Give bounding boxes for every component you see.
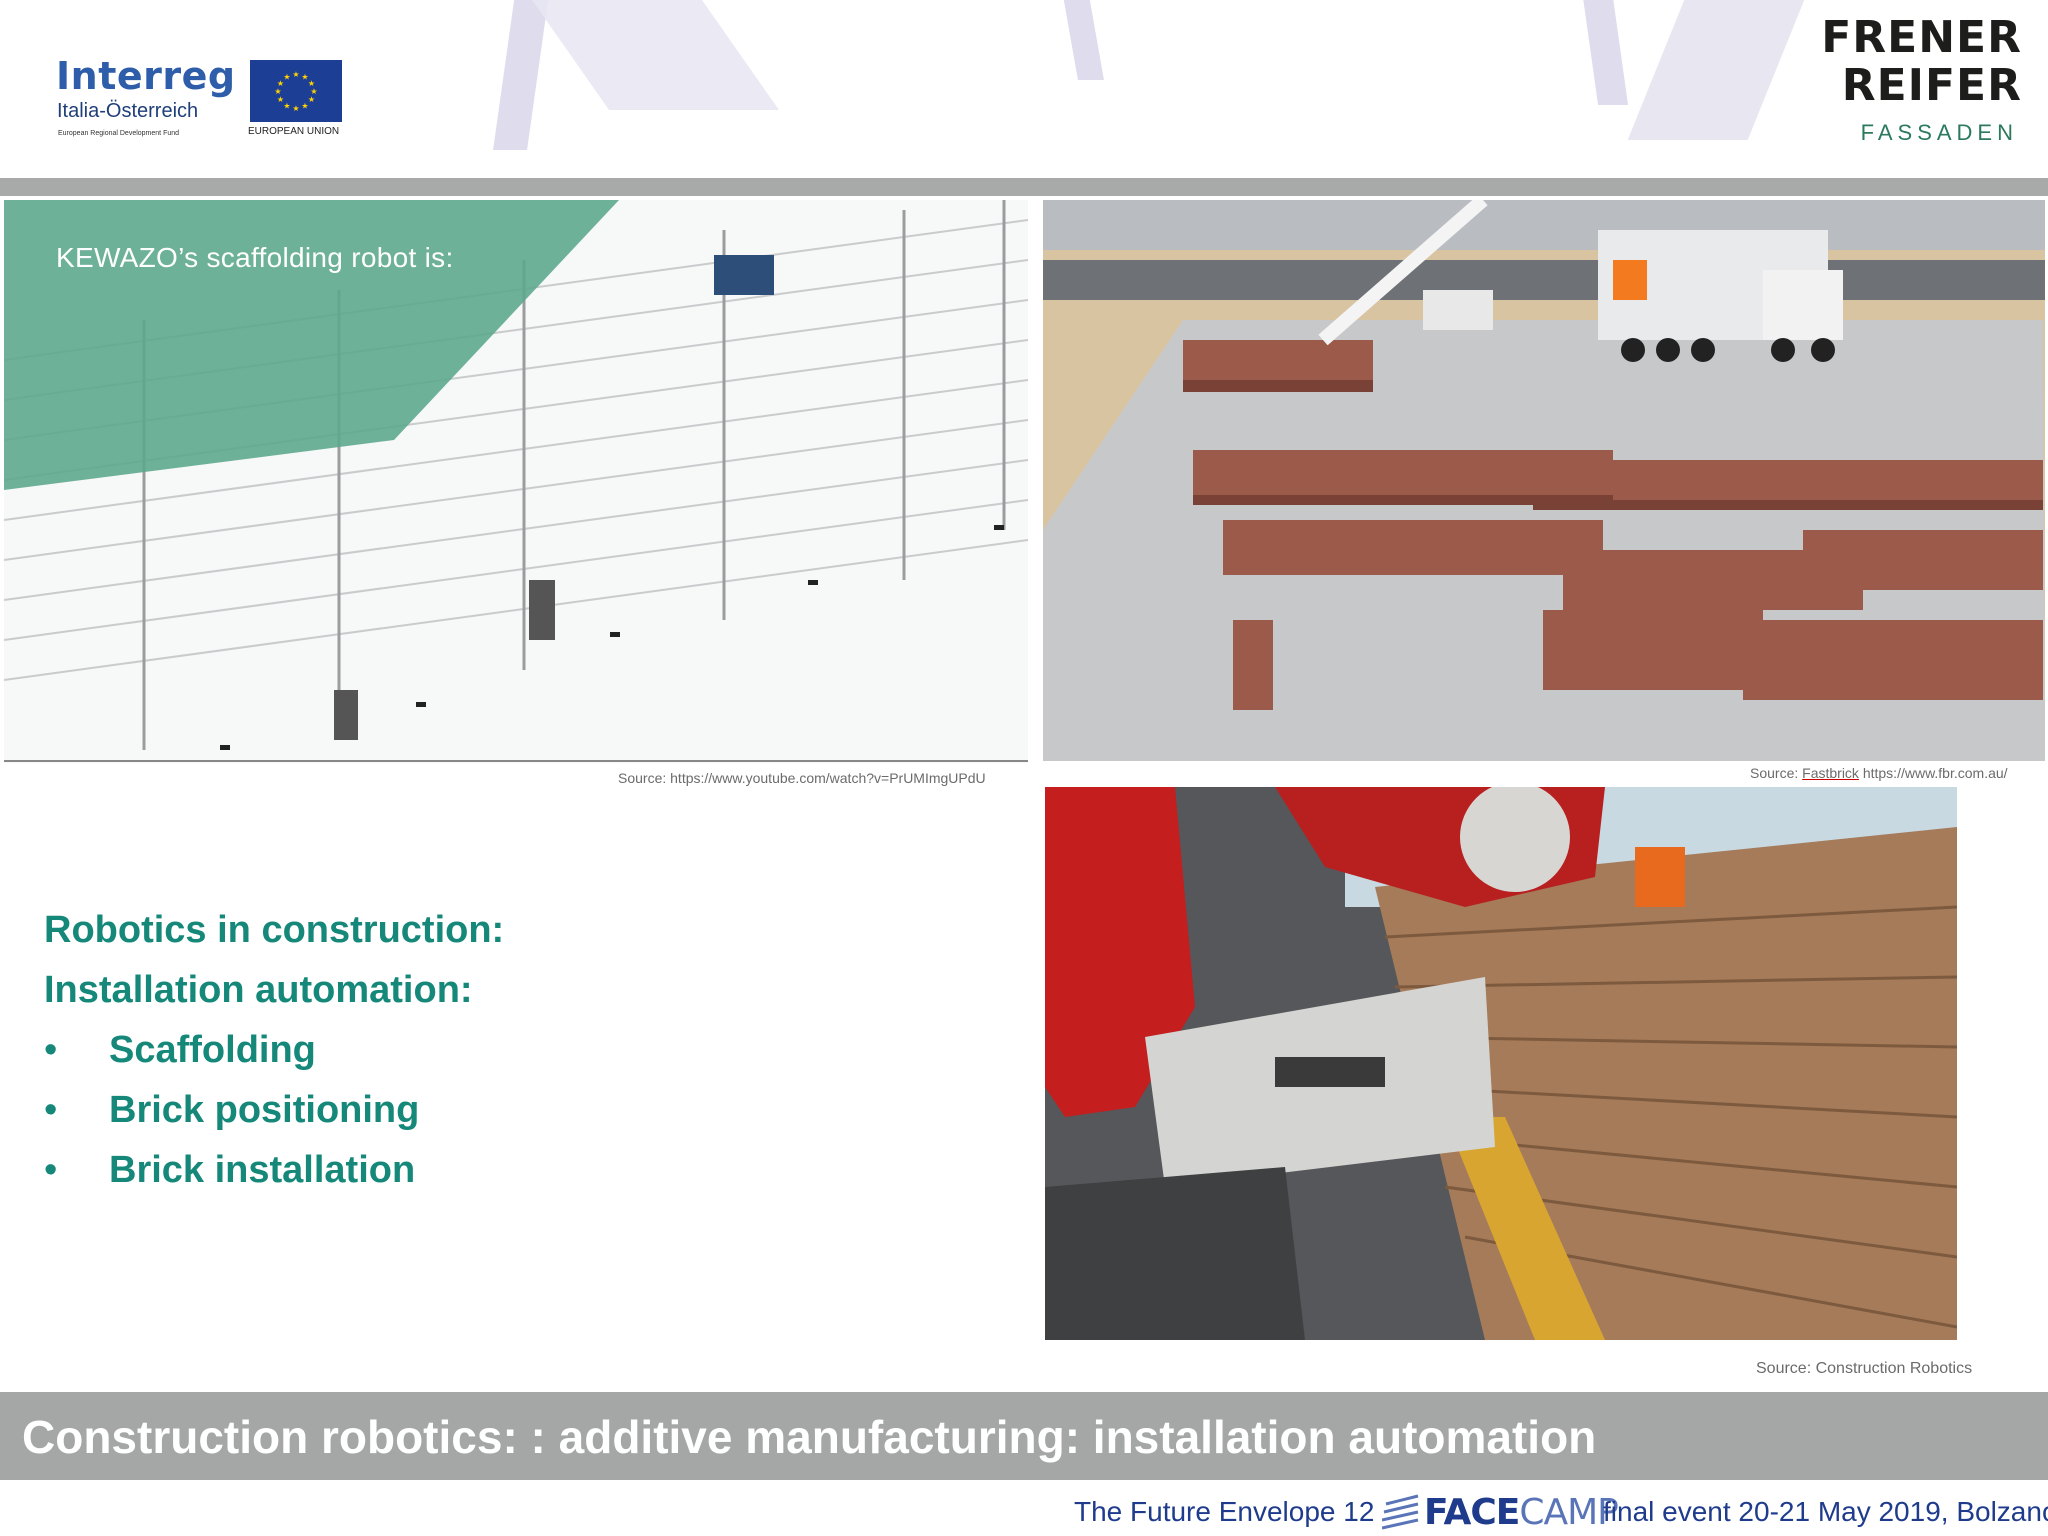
logo-line-3: FASSADEN: [1860, 120, 2018, 145]
eu-flag-icon: ★ ★ ★ ★ ★ ★ ★ ★ ★ ★ ★ ★: [250, 60, 342, 122]
background-decoration: [493, 0, 551, 150]
heading-robotics: Robotics in construction:: [44, 909, 505, 951]
footer-event-name: The Future Envelope 12: [1074, 1496, 1375, 1527]
frener-reifer-logo: FRENER REIFER FASSADEN: [1792, 14, 2022, 146]
logo-line-2: REIFER: [1841, 60, 2022, 111]
bullet-icon: •: [44, 1149, 58, 1191]
background-decoration: [1627, 0, 1813, 140]
source-prefix: Source:: [1750, 765, 1803, 781]
facecamp-stripes-icon: [1382, 1494, 1419, 1530]
interreg-logo-fund: European Regional Development Fund: [58, 130, 180, 137]
list-item: • Brick positioning: [44, 1080, 504, 1140]
interreg-logo-subtitle: Italia-Österreich: [57, 100, 199, 122]
facecamp-logo: FACECAMP: [1382, 1490, 1619, 1533]
kewazo-overlay-text: KEWAZO’s scaffolding robot is:: [56, 242, 454, 273]
source-url: https://www.fbr.com.au/: [1858, 765, 2008, 781]
interreg-logo: Interreg Italia-Österreich European Regi…: [56, 54, 246, 142]
background-decoration: [1581, 0, 1629, 105]
logo-line-1: FRENER: [1821, 12, 2022, 63]
construction-robotics-source: Source: Construction Robotics: [1756, 1360, 1973, 1377]
facecamp-wordmark: FACECAMP: [1424, 1492, 1619, 1533]
list-item: • Brick installation: [44, 1140, 504, 1200]
svg-text:★: ★: [308, 95, 315, 104]
construction-robotics-image: [1045, 787, 1957, 1340]
fastbrick-source: Source: Fastbrick https://www.fbr.com.au…: [1750, 765, 2008, 781]
slide-title-bar: Construction robotics: : additive manufa…: [0, 1392, 2048, 1480]
header-divider: [0, 178, 2048, 196]
slide-body-text: Robotics in construction: Installation a…: [44, 900, 504, 1200]
svg-text:★: ★: [283, 102, 290, 111]
list-item: • Scaffolding: [44, 1020, 504, 1080]
kewazo-scaffolding-image: [4, 200, 1028, 763]
slide-footer: The Future Envelope 12 FACECAMP final ev…: [0, 1486, 2048, 1536]
list-item-label: Brick installation: [109, 1149, 416, 1191]
list-item-label: Scaffolding: [109, 1029, 316, 1071]
bullet-icon: •: [44, 1089, 58, 1131]
eu-label: EUROPEAN UNION: [248, 126, 340, 137]
svg-text:★: ★: [292, 104, 299, 113]
slide-header: Interreg Italia-Österreich European Regi…: [0, 0, 2048, 176]
slide-title: Construction robotics: : additive manufa…: [22, 1411, 1597, 1463]
footer-event-date: final event 20-21 May 2019, Bolzano: [1603, 1496, 2048, 1527]
list-item-label: Brick positioning: [109, 1089, 420, 1131]
heading-installation: Installation automation:: [44, 969, 473, 1011]
svg-text:★: ★: [277, 95, 284, 104]
interreg-logo-title: Interreg: [56, 54, 236, 98]
background-decoration: [510, 0, 780, 110]
fastbrick-link[interactable]: Fastbrick: [1802, 765, 1859, 781]
svg-text:★: ★: [274, 87, 281, 96]
facecamp-face: FACE: [1424, 1492, 1520, 1533]
svg-text:★: ★: [292, 70, 299, 79]
kewazo-source: Source: https://www.youtube.com/watch?v=…: [618, 770, 986, 786]
svg-text:★: ★: [283, 73, 290, 82]
svg-text:★: ★: [301, 102, 308, 111]
fastbrick-construction-image: [1043, 200, 2045, 761]
background-decoration: [1062, 0, 1104, 80]
bullet-icon: •: [44, 1029, 58, 1071]
